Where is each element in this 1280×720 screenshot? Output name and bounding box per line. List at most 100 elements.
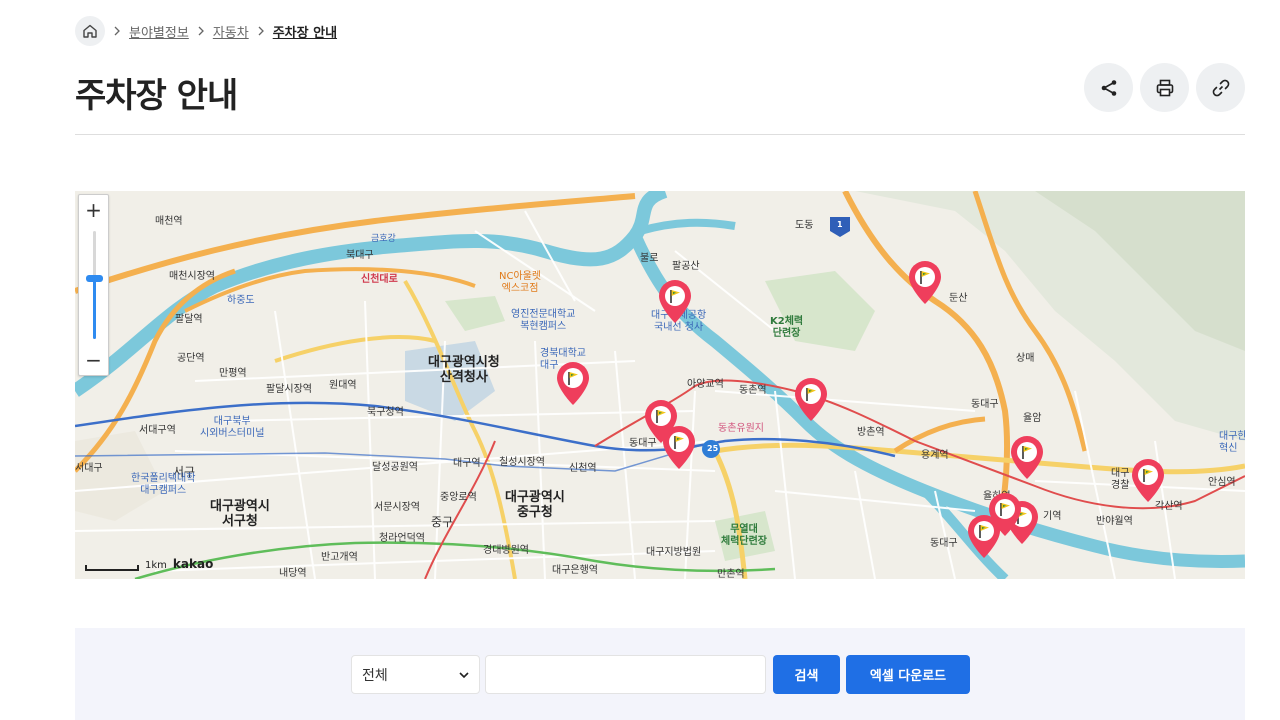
parking-marker[interactable] (964, 512, 1004, 560)
map-label-mangchon: 만촌역 (717, 569, 745, 579)
breadcrumb-item-current[interactable]: 주차장 안내 (273, 22, 337, 41)
map-label-seomun: 서문시장역 (374, 502, 420, 513)
map-label-yeungjin: 영진전문대학교 복현캠퍼스 (511, 309, 576, 332)
map-label-muyeol: 무열대 체력단련장 (721, 524, 767, 547)
map-label-seogucheong: 대구광역시 서구청 (210, 499, 270, 529)
chevron-right-icon (113, 26, 121, 36)
zoom-slider-handle[interactable] (86, 275, 103, 282)
map-label-bukgucheong: 북구청역 (367, 407, 404, 418)
parking-marker[interactable] (1128, 456, 1168, 504)
parking-map[interactable]: 매천역 매천시장역 하중도 팔달역 공단역 만평역 팔달시장역 원대역 북구청역… (75, 191, 1245, 579)
share-icon (1101, 79, 1116, 96)
parking-marker[interactable] (791, 375, 831, 423)
map-zoom-control: + − (78, 194, 109, 376)
print-button[interactable] (1140, 63, 1189, 112)
map-label-bukbu-terminal: 대구북부 시외버스터미널 (200, 416, 265, 439)
parking-flag-marker-icon (663, 426, 695, 469)
map-label-dodong: 도동 (795, 220, 814, 231)
map-label-daegu-station: 대구역 (453, 458, 481, 469)
map-label-polytech: 한국폴리텍대학 대구캠퍼스 (131, 473, 196, 496)
map-label-maecheon-market: 매천시장역 (169, 271, 215, 282)
map-label-police: 대구 경찰 (1111, 468, 1130, 491)
map-label-wondae: 원대역 (329, 380, 357, 391)
map-label-bukdaegu: 북대구 (346, 250, 374, 261)
map-label-bangchon: 방촌역 (857, 427, 885, 438)
map-label-ayanggyo: 아양교역 (687, 379, 724, 390)
copy-link-button[interactable] (1196, 63, 1245, 112)
map-label-ansim: 안심역 (1208, 477, 1236, 488)
map-label-dongchon-park: 동촌유원지 (718, 423, 764, 434)
map-label-seodaegu: 서대구역 (139, 425, 176, 436)
search-button[interactable]: 검색 (773, 655, 840, 694)
breadcrumb-item-car[interactable]: 자동차 (213, 22, 249, 41)
parking-marker[interactable] (659, 423, 699, 471)
page-title: 주차장 안내 (75, 76, 238, 116)
map-label-sincheon-road: 신천대로 (361, 274, 398, 285)
parking-flag-marker-icon (795, 378, 827, 421)
share-button[interactable] (1084, 63, 1133, 112)
map-label-k2: K2체력 단련장 (770, 316, 804, 339)
parking-marker[interactable] (553, 359, 593, 407)
map-label-nc-outlet: NC아울렛 엑스코점 (499, 271, 542, 294)
map-label-daegu-bank: 대구은행역 (552, 565, 598, 576)
parking-flag-marker-icon (968, 515, 1000, 558)
page-root: 분야별정보 자동차 주차장 안내 주차장 안내 매천역 매천시장역 하중도 팔달… (0, 0, 1280, 720)
map-label-bangogae: 반고개역 (321, 552, 358, 563)
breadcrumb: 분야별정보 자동차 주차장 안내 (75, 16, 337, 46)
map-label-dongdaegu-south: 동대구 (930, 538, 958, 549)
parking-flag-marker-icon (1011, 436, 1043, 479)
category-select[interactable]: 전체 (351, 655, 480, 694)
map-label-bullo: 불로 (640, 253, 659, 264)
map-label-manpyeong: 만평역 (219, 368, 247, 379)
map-label-chilseong: 칠성시장역 (499, 457, 545, 468)
chevron-right-icon (257, 26, 265, 36)
map-label-dunsan: 둔산 (949, 293, 968, 304)
map-scale-label: 1km (145, 560, 167, 571)
map-scale-bar (85, 565, 139, 571)
map-label-dongdaegu-ic: 동대구 (971, 399, 999, 410)
map-label-hajungdo: 하중도 (227, 295, 255, 306)
parking-marker[interactable] (1007, 433, 1047, 481)
map-label-junggu: 중구 (431, 515, 454, 529)
search-input[interactable] (485, 655, 766, 694)
map-label-seodaegu2: 서대구 (75, 463, 103, 474)
parking-marker[interactable] (655, 277, 695, 325)
chevron-down-icon (459, 671, 469, 678)
parking-marker[interactable] (905, 258, 945, 306)
map-label-cityhall: 대구광역시청 산격청사 (428, 355, 500, 385)
parking-flag-marker-icon (557, 362, 589, 405)
zoom-in-button[interactable]: + (79, 195, 108, 225)
breadcrumb-item-field-info[interactable]: 분야별정보 (129, 22, 189, 41)
chevron-right-icon (197, 26, 205, 36)
map-label-jungang: 중앙로역 (440, 492, 477, 503)
map-label-yuleam: 율암 (1023, 413, 1042, 424)
map-label-right-edge: 대구한 혁신 (1219, 431, 1245, 454)
search-panel: 전체 검색 엑셀 다운로드 (75, 628, 1245, 720)
map-label-gi-station: 기역 (1043, 511, 1062, 522)
map-label-paldal-market: 팔달시장역 (266, 384, 312, 395)
zoom-slider[interactable] (79, 225, 108, 345)
title-divider (75, 134, 1245, 135)
category-select-value: 전체 (362, 667, 388, 684)
zoom-out-button[interactable]: − (79, 345, 108, 375)
parking-flag-marker-icon (659, 280, 691, 323)
map-provider-logo: kakao (172, 557, 214, 571)
home-button[interactable] (75, 16, 105, 46)
map-label-gongdan: 공단역 (177, 353, 205, 364)
parking-flag-marker-icon (909, 261, 941, 304)
map-label-junggucheong: 대구광역시 중구청 (505, 490, 565, 520)
map-label-dongchon: 동촌역 (739, 385, 767, 396)
map-label-sincheon-station: 신천역 (569, 463, 597, 474)
excel-download-button[interactable]: 엑셀 다운로드 (846, 655, 970, 694)
house-icon (83, 24, 97, 38)
map-label-gyeongdae: 경대병원역 (483, 545, 529, 556)
parking-flag-marker-icon (1132, 459, 1164, 502)
map-scale: 1km kakao (85, 557, 213, 571)
map-label-naedang: 내당역 (279, 568, 307, 579)
map-label-dalseong: 달성공원역 (372, 462, 418, 473)
map-label-cheongna: 청라언덕역 (379, 533, 425, 544)
map-label-yonggye: 용계역 (921, 450, 949, 461)
zoom-slider-fill (93, 280, 96, 339)
map-label-paldal: 팔달역 (175, 314, 203, 325)
map-label-sangmae: 상매 (1016, 353, 1035, 364)
